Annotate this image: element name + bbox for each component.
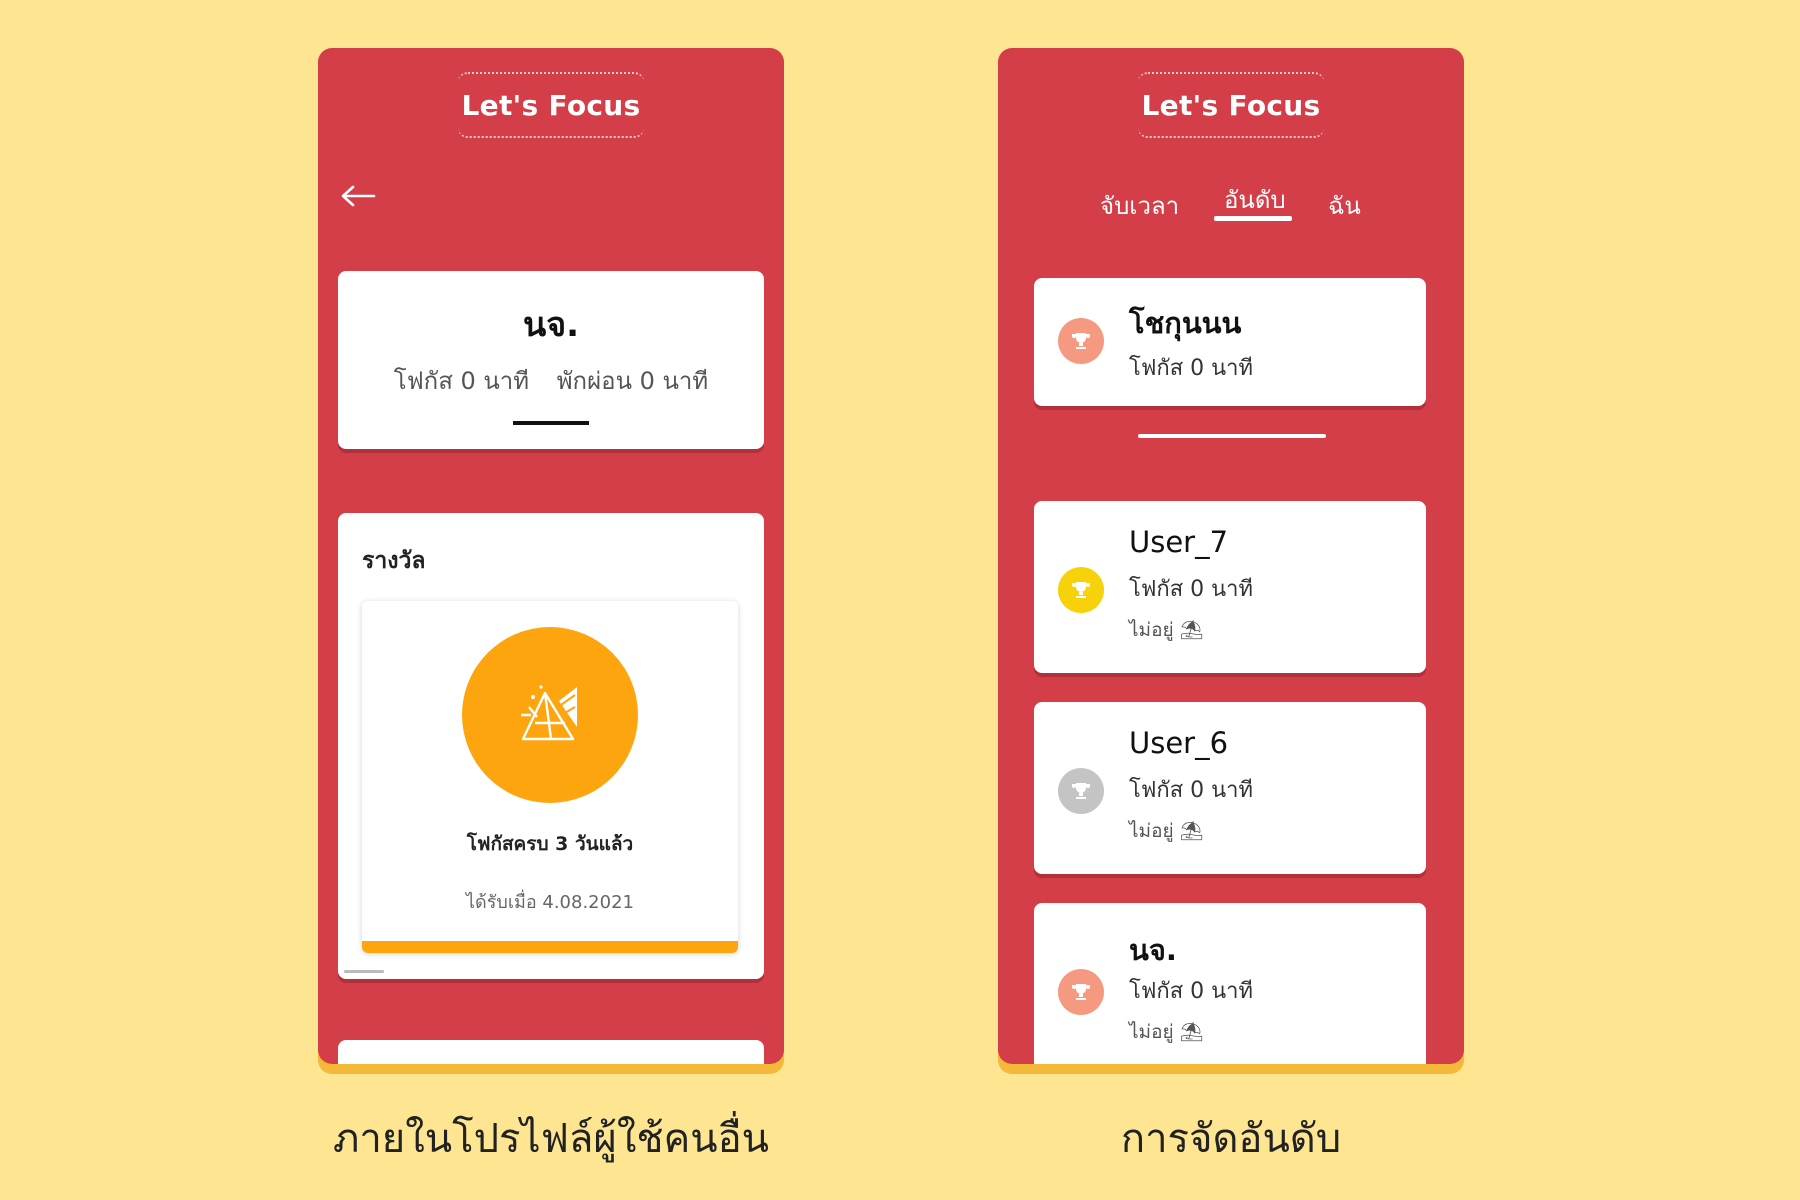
- caption-profile: ภายในโปรไฟล์ผู้ใช้คนอื่น: [332, 1116, 770, 1162]
- rank-status: ไม่อยู่ ⛱: [1129, 1021, 1204, 1043]
- trophy-icon: [1058, 318, 1104, 364]
- tab-ranking[interactable]: อันดับ: [1224, 180, 1286, 219]
- profile-stats: โฟกัส 0 นาที พักผ่อน 0 นาที: [338, 361, 764, 400]
- rank-list-item[interactable]: User_7 โฟกัส 0 นาที ไม่อยู่ ⛱: [1034, 501, 1426, 673]
- app-title-badge: Let's Focus: [1138, 72, 1324, 138]
- ranking-screen: Let's Focus จับเวลา อันดับ ฉัน โชกุนนน โ…: [998, 48, 1464, 1064]
- rank-status: ไม่อยู่ ⛱: [1129, 820, 1204, 842]
- rank-user-name: นจ.: [1129, 933, 1177, 967]
- tab-me[interactable]: ฉัน: [1328, 186, 1361, 225]
- rank-focus-time: โฟกัส 0 นาที: [1129, 577, 1254, 602]
- prism-tent-icon: [521, 685, 577, 741]
- app-title-badge: Let's Focus: [458, 72, 644, 138]
- tab-bar: จับเวลา อันดับ ฉัน: [998, 166, 1464, 226]
- rank-status: ไม่อยู่ ⛱: [1129, 619, 1204, 641]
- profile-screen: Let's Focus นจ. โฟกัส 0 นาที พักผ่อน 0 น…: [318, 48, 784, 1064]
- awards-scrollbar[interactable]: [344, 970, 384, 973]
- awards-card: รางวัล โฟกัสครบ 3 วันแล้ว ได้รับเมื่อ 4.…: [338, 513, 764, 979]
- profile-divider: [513, 421, 589, 425]
- my-rank-card[interactable]: โชกุนนน โฟกัส 0 นาที: [1034, 278, 1426, 406]
- award-date: ได้รับเมื่อ 4.08.2021: [466, 892, 634, 913]
- rank-focus-time: โฟกัส 0 นาที: [1129, 979, 1254, 1004]
- rank-user-name: User_6: [1129, 726, 1229, 760]
- trophy-icon: [1058, 969, 1104, 1015]
- rank-user-name: User_7: [1129, 525, 1229, 559]
- app-title: Let's Focus: [1141, 88, 1321, 122]
- app-title: Let's Focus: [461, 88, 641, 122]
- section-divider: [1138, 434, 1326, 438]
- award-item[interactable]: โฟกัสครบ 3 วันแล้ว ได้รับเมื่อ 4.08.2021: [362, 601, 738, 953]
- rank-user-name: โชกุนนน: [1129, 306, 1242, 340]
- rank-list-item[interactable]: นจ. โฟกัส 0 นาที ไม่อยู่ ⛱: [1034, 903, 1426, 1064]
- rank-focus-time: โฟกัส 0 นาที: [1129, 356, 1254, 381]
- profile-card: นจ. โฟกัส 0 นาที พักผ่อน 0 นาที: [338, 271, 764, 449]
- caption-ranking: การจัดอันดับ: [1120, 1116, 1342, 1162]
- profile-focus-time: โฟกัส 0 นาที: [393, 367, 530, 395]
- rank-list-item[interactable]: User_6 โฟกัส 0 นาที ไม่อยู่ ⛱: [1034, 702, 1426, 874]
- trophy-icon: [1058, 567, 1104, 613]
- award-name: โฟกัสครบ 3 วันแล้ว: [466, 833, 634, 855]
- tab-timer[interactable]: จับเวลา: [1100, 186, 1179, 225]
- award-accent-bar: [362, 941, 738, 953]
- next-card-partial: [338, 1040, 764, 1064]
- awards-title: รางวัล: [362, 548, 426, 574]
- tab-active-indicator: [1214, 216, 1292, 221]
- profile-name: นจ.: [522, 305, 580, 345]
- award-badge: [462, 627, 638, 803]
- rank-focus-time: โฟกัส 0 นาที: [1129, 778, 1254, 803]
- back-arrow-icon[interactable]: [340, 176, 376, 214]
- profile-rest-time: พักผ่อน 0 นาที: [556, 367, 709, 395]
- trophy-icon: [1058, 768, 1104, 814]
